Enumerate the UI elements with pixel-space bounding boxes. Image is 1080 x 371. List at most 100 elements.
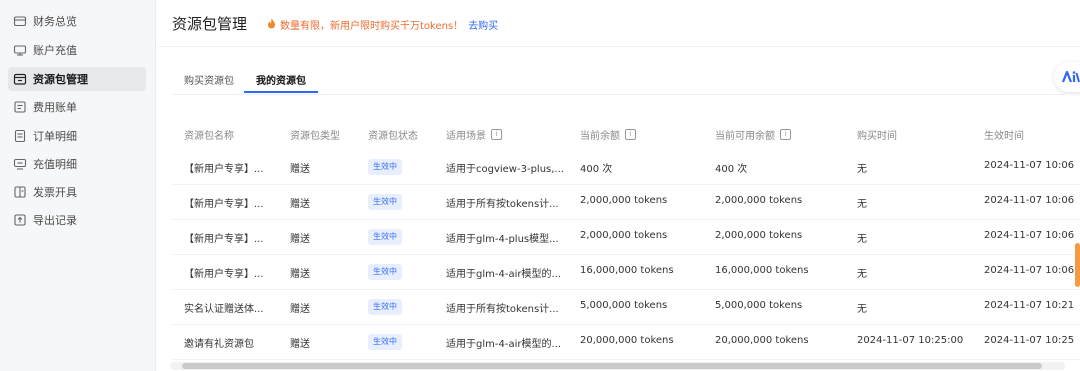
order-icon [13,129,27,143]
cell-effective-time: 2024-11-07 10:25 [984,335,1075,346]
wallet-icon [13,14,27,28]
column-header-balance: 当前余额 i [580,127,636,142]
horizontal-scrollbar[interactable] [170,362,1065,370]
cell-name: 实名认证赠送体... [184,304,264,315]
main-content: 资源包管理 数量有限，新用户限时购买千万tokens！ 去购买 购买资源包 我的… [157,0,1080,371]
sidebar-item-account-recharge[interactable]: 账户充值 [8,38,146,62]
sidebar-item-label: 资源包管理 [33,73,88,86]
info-icon[interactable]: i [780,129,791,140]
assistant-logo-icon [1061,68,1080,87]
cell-purchase-time: 无 [857,269,867,280]
sidebar-item-label: 账户充值 [33,44,77,57]
column-header-purchase-time: 购买时间 [857,131,897,142]
page-header: 资源包管理 数量有限，新用户限时购买千万tokens！ 去购买 [157,0,1080,47]
sidebar-item-label: 财务总览 [33,15,77,28]
status-badge: 生效中 [368,159,402,175]
package-icon [13,72,27,86]
cell-type: 赠送 [290,304,310,315]
sidebar-item-export-records[interactable]: 导出记录 [8,208,146,232]
cell-name: 【新用户专享】... [184,234,264,245]
status-badge: 生效中 [368,299,402,315]
notice-text: 数量有限，新用户限时购买千万tokens！ [280,21,464,32]
sidebar-item-resource-packages[interactable]: 资源包管理 [8,67,146,91]
active-tab-indicator [244,91,318,93]
status-badge: 生效中 [368,229,402,245]
table-header: 资源包名称 资源包类型 资源包状态 适用场景 i 当前余额 i 当前可用余额 i 购买… [172,117,1080,149]
cell-available: 400 次 [715,164,748,175]
cell-type: 赠送 [290,199,310,210]
cell-name: 【新用户专享】... [184,199,264,210]
cell-balance: 2,000,000 tokens [580,195,668,206]
status-badge: 生效中 [368,194,402,210]
horizontal-scrollbar-thumb[interactable] [182,363,1042,369]
cell-name: 【新用户专享】... [184,164,264,175]
column-header-type: 资源包类型 [290,131,340,142]
flame-icon [267,18,276,32]
sidebar-item-invoice[interactable]: 发票开具 [8,180,146,204]
column-header-scene: 适用场景 i [446,127,502,142]
table-row[interactable]: 实名认证赠送体... 赠送 生效中 适用于所有按tokens计... 5,000… [172,289,1080,325]
cell-scene: 适用于glm-4-air模型的... [446,339,561,350]
info-icon[interactable]: i [625,129,636,140]
cell-name: 邀请有礼资源包 [184,339,254,350]
cell-purchase-time: 无 [857,304,867,315]
cell-effective-time: 2024-11-07 10:21 [984,300,1075,311]
cell-balance: 20,000,000 tokens [580,335,674,346]
status-badge: 生效中 [368,334,402,350]
table-row[interactable]: 【新用户专享】... 赠送 生效中 适用于glm-4-air模型的... 16,… [172,254,1080,290]
cell-type: 赠送 [290,234,310,245]
info-icon[interactable]: i [491,129,502,140]
vertical-scrollbar-thumb[interactable] [1075,243,1080,287]
cell-purchase-time: 无 [857,234,867,245]
export-icon [13,213,27,227]
sidebar-item-label: 订单明细 [33,130,77,143]
cell-name: 【新用户专享】... [184,269,264,280]
cell-purchase-time: 无 [857,164,867,175]
tab-my-packages[interactable]: 我的资源包 [256,72,306,87]
cell-effective-time: 2024-11-07 10:06 [984,160,1075,171]
recharge-icon [13,157,27,171]
cell-scene: 适用于glm-4-plus模型... [446,234,559,245]
assistant-button[interactable] [1054,62,1080,92]
cell-type: 赠送 [290,164,310,175]
page-title: 资源包管理 [172,15,248,33]
status-badge: 生效中 [368,264,402,280]
table-row[interactable]: 【新用户专享】... 赠送 生效中 适用于cogview-3-plus,... … [172,149,1080,185]
cell-balance: 2,000,000 tokens [580,230,668,241]
cell-available: 2,000,000 tokens [715,195,803,206]
promo-notice: 数量有限，新用户限时购买千万tokens！ 去购买 [267,17,498,32]
tab-buy-packages[interactable]: 购买资源包 [184,72,234,87]
cell-effective-time: 2024-11-07 10:06 [984,265,1075,276]
cell-scene: 适用于glm-4-air模型的... [446,269,561,280]
column-header-effective-time: 生效时间 [984,131,1024,142]
sidebar-item-order-details[interactable]: 订单明细 [8,124,146,148]
cell-balance: 5,000,000 tokens [580,300,668,311]
sidebar: 财务总览 账户充值 资源包管理 费用账单 订单明细 充值明细 发票开具 导出记录 [0,0,156,371]
cell-type: 赠送 [290,269,310,280]
cell-scene: 适用于所有按tokens计... [446,199,559,210]
bill-icon [13,100,27,114]
table-row[interactable]: 【新用户专享】... 赠送 生效中 适用于所有按tokens计... 2,000… [172,184,1080,220]
cell-purchase-time: 2024-11-07 10:25:00 [857,335,964,346]
cell-available: 16,000,000 tokens [715,265,809,276]
cell-available: 2,000,000 tokens [715,230,803,241]
sidebar-item-billing[interactable]: 费用账单 [8,95,146,119]
cell-purchase-time: 无 [857,199,867,210]
column-header-name: 资源包名称 [184,131,234,142]
cell-balance: 400 次 [580,164,613,175]
table-row[interactable]: 邀请有礼资源包 赠送 生效中 适用于glm-4-air模型的... 20,000… [172,324,1080,360]
cell-balance: 16,000,000 tokens [580,265,674,276]
table-row[interactable]: 【新用户专享】... 赠送 生效中 适用于glm-4-plus模型... 2,0… [172,219,1080,255]
cell-scene: 适用于cogview-3-plus,... [446,164,564,175]
tab-bar: 购买资源包 我的资源包 [172,62,1065,95]
invoice-icon [13,185,27,199]
sidebar-item-label: 导出记录 [33,214,77,227]
buy-now-link[interactable]: 去购买 [468,17,498,32]
cell-effective-time: 2024-11-07 10:06 [984,230,1075,241]
sidebar-item-label: 发票开具 [33,186,77,199]
sidebar-item-recharge-details[interactable]: 充值明细 [8,152,146,176]
sidebar-item-label: 费用账单 [33,101,77,114]
sidebar-item-finance-overview[interactable]: 财务总览 [8,9,146,33]
card-icon [13,43,27,57]
cell-available: 5,000,000 tokens [715,300,803,311]
